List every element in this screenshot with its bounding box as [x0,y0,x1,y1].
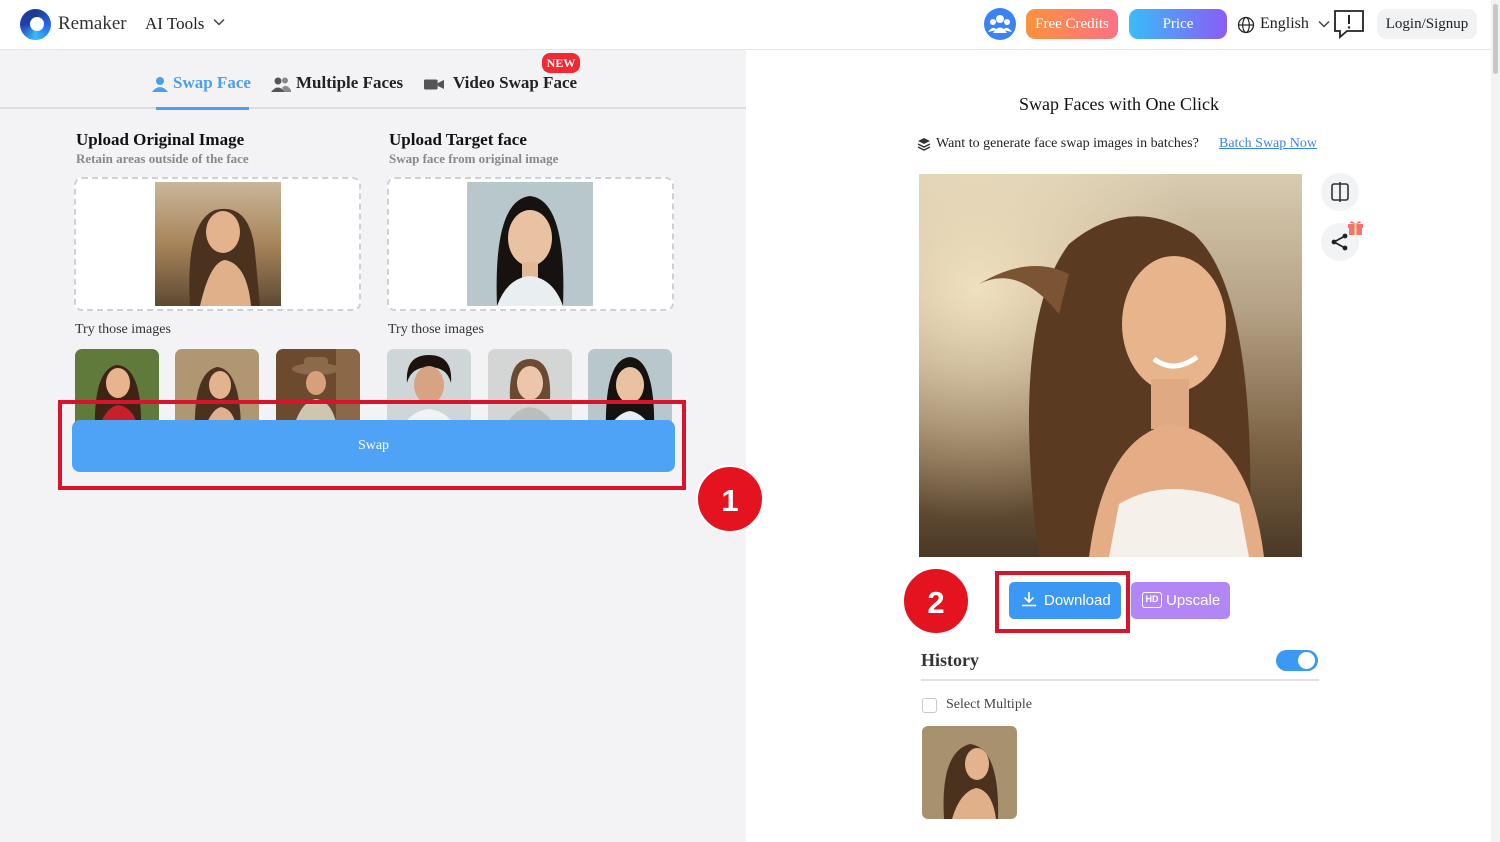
price-button[interactable]: Price [1129,9,1227,39]
video-camera-icon [424,79,444,90]
user-icon [152,77,168,92]
upload-original-title: Upload Original Image [76,130,245,149]
compare-icon [1331,182,1349,202]
try-images-label: Try those images [75,322,171,337]
new-badge: NEW [542,53,580,73]
upload-target-title: Upload Target face [389,130,527,149]
upload-target-subtitle: Swap face from original image [389,151,559,166]
globe-icon[interactable] [1237,16,1255,34]
login-signup-button[interactable]: Login/Signup [1377,9,1477,39]
target-face-preview [467,182,593,306]
original-image-dropzone[interactable] [74,177,361,311]
download-button[interactable]: Download [1009,582,1121,619]
step-2-badge: 2 [902,567,970,635]
history-toggle-knob[interactable] [1298,652,1315,669]
swap-button[interactable]: Swap [72,420,675,472]
download-icon [1022,592,1036,607]
hd-icon: HD [1142,592,1162,608]
history-title: History [921,650,979,670]
active-tab-indicator [156,107,249,110]
brand-name[interactable]: Remaker [58,13,127,35]
compare-button[interactable] [1321,173,1359,211]
chevron-down-icon[interactable] [1318,18,1330,30]
ai-tools-menu[interactable]: AI Tools [145,14,204,34]
feedback-icon[interactable] [1333,9,1365,39]
language-selector[interactable]: English [1260,15,1309,33]
users-icon [271,77,291,92]
step-1-badge: 1 [696,465,764,533]
remaker-logo-icon[interactable] [20,9,51,40]
target-face-dropzone[interactable] [387,177,674,311]
result-title: Swap Faces with One Click [1019,94,1219,114]
result-image [919,174,1302,557]
batch-prompt-text: Want to generate face swap images in bat… [936,136,1199,151]
original-image-preview [155,182,281,306]
history-item[interactable] [922,726,1017,819]
tab-multiple-faces[interactable]: Multiple Faces [296,73,403,93]
upscale-button[interactable]: HD Upscale [1131,582,1230,619]
gift-icon[interactable] [1347,219,1364,235]
download-label: Download [1044,592,1111,609]
page-scrollbar[interactable] [1491,0,1500,842]
select-multiple-checkbox[interactable] [922,698,937,713]
tab-swap-face[interactable]: Swap Face [173,73,251,93]
batch-swap-link[interactable]: Batch Swap Now [1219,136,1317,152]
layers-icon [917,138,931,151]
top-bar: Remaker AI Tools Free Credits Price Engl… [0,0,1500,50]
try-images-label: Try those images [388,322,484,337]
chevron-down-icon[interactable] [213,16,225,28]
select-multiple-label[interactable]: Select Multiple [946,697,1032,713]
upload-original-subtitle: Retain areas outside of the face [76,151,249,166]
community-icon[interactable] [984,8,1016,40]
scrollbar-thumb[interactable] [1493,4,1498,74]
tab-video-swap-face[interactable]: Video Swap Face [453,73,577,93]
free-credits-button[interactable]: Free Credits [1026,9,1118,39]
tab-bar: Swap Face Multiple Faces Video Swap Face… [0,50,746,110]
history-divider [921,679,1319,681]
upscale-label: Upscale [1166,592,1221,609]
